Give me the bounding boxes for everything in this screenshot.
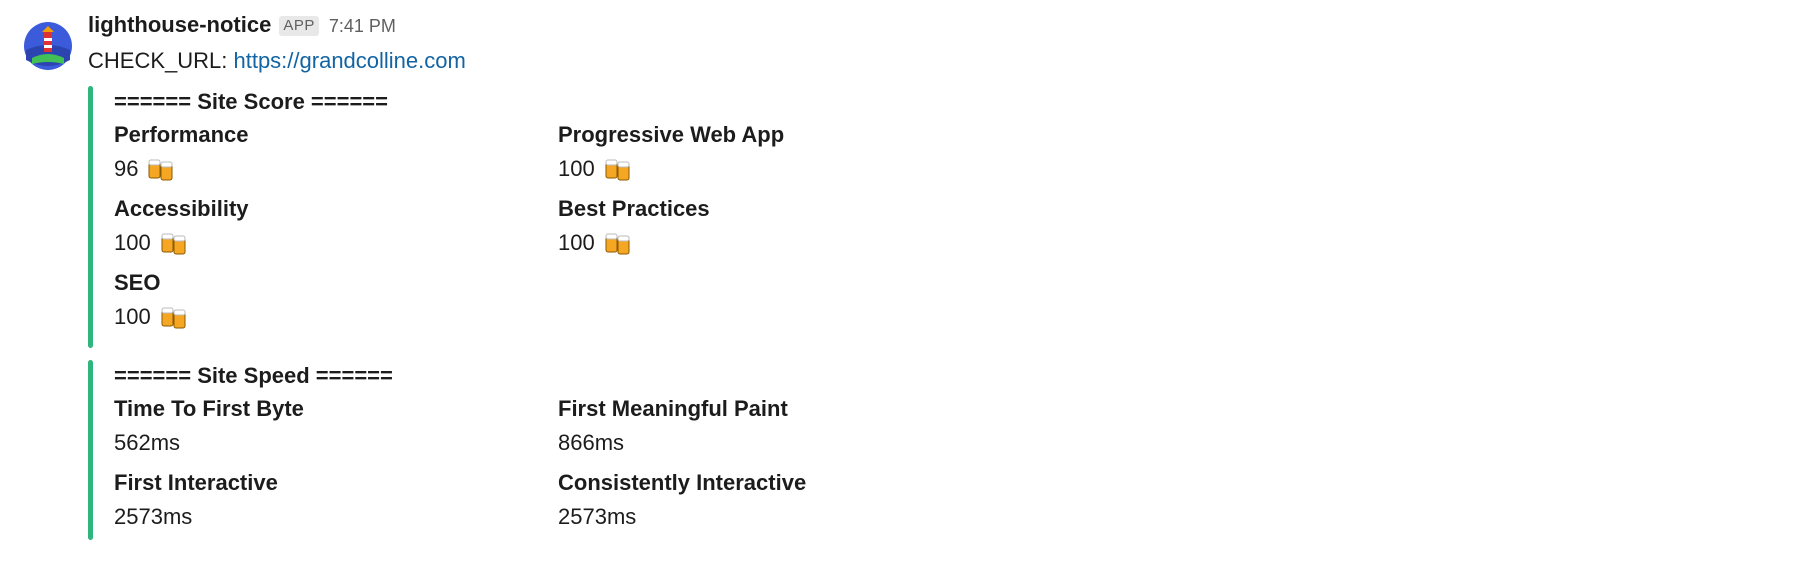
field-value: 2573ms [114,504,193,529]
field-title: Progressive Web App [558,122,785,147]
site-score-attachment: ====== Site Score ====== Performance 96 [88,86,1768,348]
field-value: 2573ms [558,504,637,529]
field-title: Time To First Byte [114,396,304,421]
field-value-row: 100 [558,152,1002,186]
site-score-title: ====== Site Score ====== [114,89,389,114]
attachment-color-bar [88,360,93,540]
lighthouse-avatar-icon[interactable] [22,20,74,72]
field-value-row: 96 [114,152,558,186]
beer-mugs-icon [161,233,186,255]
field-value: 100 [558,230,595,255]
beer-mugs-icon [605,159,630,181]
field-value-row: 100 [558,226,1002,260]
app-badge: APP [279,16,319,36]
field-title: Accessibility [114,196,249,221]
message-header: lighthouse-notice APP 7:41 PM [88,12,1768,44]
message-timestamp[interactable]: 7:41 PM [329,16,396,37]
field-fmp: First Meaningful Paint 866ms [558,392,1002,466]
field-value: 100 [114,304,151,329]
site-speed-attachment: ====== Site Speed ====== Time To First B… [88,360,1768,540]
attachment-color-bar [88,86,93,348]
field-value: 100 [114,230,151,255]
field-value: 562ms [114,430,181,455]
field-value: 100 [558,156,595,181]
beer-mugs-icon [161,307,186,329]
field-first-interactive: First Interactive 2573ms [114,466,558,540]
site-speed-title: ====== Site Speed ====== [114,363,393,388]
field-title: First Interactive [114,470,278,495]
field-ttfb: Time To First Byte 562ms [114,392,558,466]
beer-mugs-icon [148,159,173,181]
site-score-fields: Performance 96 Progressive Web App 100 A… [114,118,1768,340]
beer-mugs-icon [605,233,630,255]
field-value-row: 100 [114,300,558,334]
field-title: SEO [114,270,161,295]
sender-name[interactable]: lighthouse-notice [88,12,271,38]
field-title: First Meaningful Paint [558,396,788,421]
field-value: 96 [114,156,139,181]
site-speed-fields: Time To First Byte 562ms First Meaningfu… [114,392,1768,540]
field-seo: SEO 100 [114,266,558,340]
field-best-practices: Best Practices 100 [558,192,1002,266]
field-accessibility: Accessibility 100 [114,192,558,266]
field-value-row: 100 [114,226,558,260]
field-pwa: Progressive Web App 100 [558,118,1002,192]
field-title: Performance [114,122,249,147]
field-title: Best Practices [558,196,710,221]
message: lighthouse-notice APP 7:41 PM CHECK_URL:… [0,0,1800,564]
field-performance: Performance 96 [114,118,558,192]
check-url-link[interactable]: https://grandcolline.com [233,48,465,73]
check-url-line: CHECK_URL: https://grandcolline.com [88,44,1768,78]
check-url-label: CHECK_URL: [88,48,234,73]
field-title: Consistently Interactive [558,470,807,495]
field-consistently-interactive: Consistently Interactive 2573ms [558,466,1002,540]
field-value: 866ms [558,430,625,455]
